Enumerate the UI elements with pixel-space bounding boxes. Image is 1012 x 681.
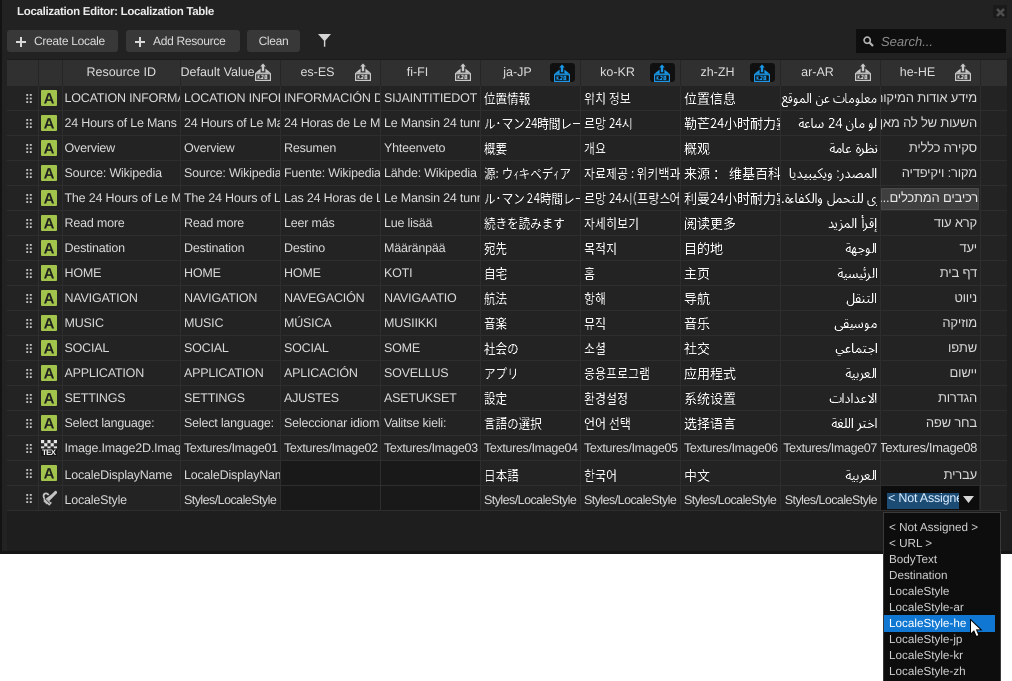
svg-text:A: A	[44, 466, 55, 482]
svg-text:A: A	[44, 141, 55, 157]
svg-text:A: A	[44, 216, 55, 232]
svg-text:A: A	[44, 366, 55, 382]
svg-text:A: A	[44, 316, 55, 332]
svg-text:A: A	[44, 341, 55, 357]
svg-text:A: A	[44, 116, 55, 132]
svg-text:A: A	[44, 91, 55, 107]
svg-text:A: A	[44, 266, 55, 282]
svg-text:A: A	[44, 291, 55, 307]
svg-text:TEX: TEX	[42, 448, 57, 456]
svg-text:A: A	[44, 391, 55, 407]
svg-text:A: A	[44, 241, 55, 257]
svg-text:A: A	[44, 166, 55, 182]
svg-text:A: A	[44, 416, 55, 432]
svg-text:A: A	[44, 191, 55, 207]
